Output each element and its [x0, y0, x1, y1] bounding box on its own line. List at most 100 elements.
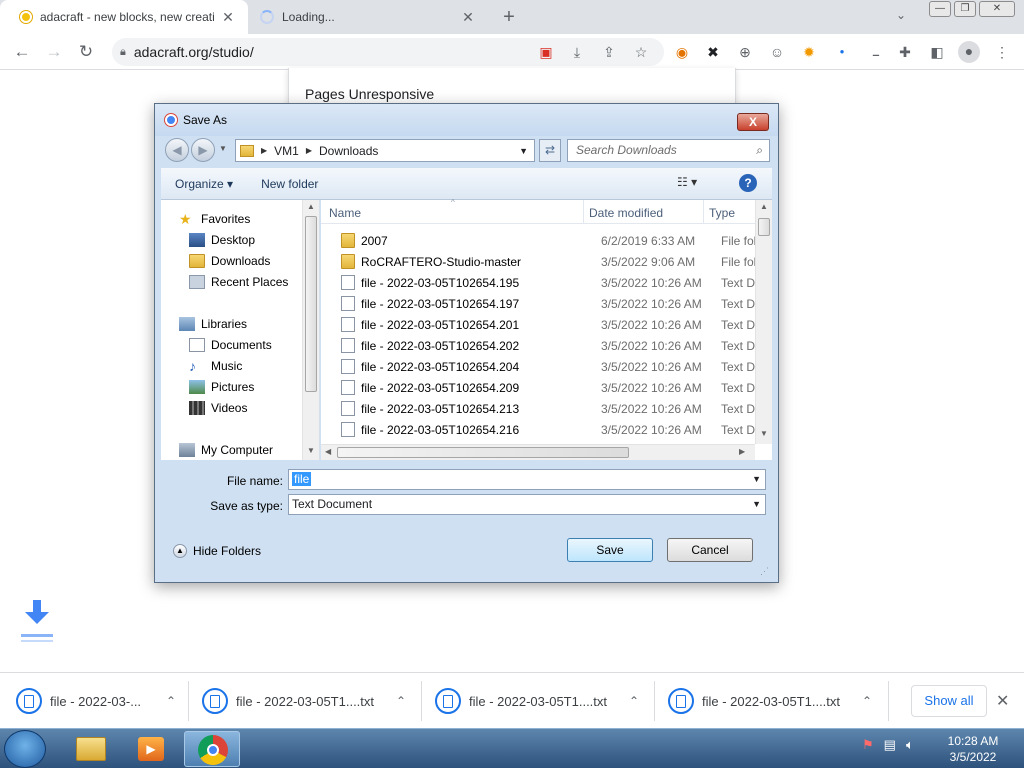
bookmark-star-icon[interactable]: ☆	[631, 42, 651, 62]
extension-small-icon[interactable]: ▁	[866, 42, 886, 62]
breadcrumb[interactable]: ▶ VM1 ▶ Downloads ▼	[235, 139, 535, 162]
nav-scrollbar[interactable]: ▲ ▼	[302, 200, 319, 460]
profile-avatar-icon[interactable]: ●	[958, 41, 980, 63]
chevron-up-icon[interactable]: ⌃	[862, 694, 872, 708]
file-row[interactable]: file - 2022-03-05T102654.213 3/5/2022 10:…	[321, 398, 755, 419]
file-vertical-scrollbar[interactable]: ▲ ▼	[755, 200, 772, 444]
scroll-left-icon[interactable]: ◀	[325, 447, 331, 456]
download-item[interactable]: file - 2022-03-... ⌃	[16, 685, 176, 717]
extension-tools-icon[interactable]: ✖	[703, 42, 723, 62]
file-row[interactable]: file - 2022-03-05T102654.195 3/5/2022 10:…	[321, 272, 755, 293]
close-window-button[interactable]: ✕	[979, 1, 1015, 17]
download-arrow-icon[interactable]	[20, 598, 54, 646]
side-panel-icon[interactable]: ◧	[927, 42, 947, 62]
scroll-up-icon[interactable]: ▲	[307, 202, 315, 211]
column-type[interactable]: Type	[709, 206, 735, 220]
extension-color-icon[interactable]: ◉	[672, 42, 692, 62]
tab-close-icon[interactable]: ✕	[458, 9, 478, 26]
new-tab-button[interactable]: +	[498, 6, 520, 28]
download-item[interactable]: file - 2022-03-05T1....txt ⌃	[202, 685, 406, 717]
dialog-titlebar[interactable]: Save As	[155, 104, 778, 136]
file-horizontal-scrollbar[interactable]: ◀ ▶	[321, 444, 755, 460]
resize-grip-icon[interactable]: ⋰	[760, 566, 769, 577]
tab-loading[interactable]: Loading... ✕	[252, 0, 488, 34]
file-name-dropdown-icon[interactable]: ▼	[752, 470, 761, 489]
network-error-icon[interactable]: ⚑	[862, 737, 874, 753]
dialog-close-button[interactable]: X	[737, 113, 769, 131]
file-row[interactable]: 2007 6/2/2019 6:33 AM File fol	[321, 230, 755, 251]
new-folder-button[interactable]: New folder	[247, 177, 332, 191]
download-bar-close-icon[interactable]: ✕	[996, 691, 1009, 711]
back-arrow-icon[interactable]: ←	[10, 40, 34, 64]
share-icon[interactable]: ⇪	[599, 42, 619, 62]
save-as-type-select[interactable]: Text Document ▼	[288, 494, 766, 515]
help-button[interactable]: ?	[739, 174, 757, 192]
nav-scroll-thumb[interactable]	[305, 216, 317, 392]
scroll-right-icon[interactable]: ▶	[739, 447, 745, 456]
change-view-icon[interactable]: ☷ ▾	[677, 175, 697, 189]
breadcrumb-dropdown-icon[interactable]: ▼	[519, 146, 528, 156]
organize-button[interactable]: Organize ▾	[161, 177, 247, 191]
extension-target-icon[interactable]: ⊕	[735, 42, 755, 62]
hide-folders-button[interactable]: ▲ Hide Folders	[173, 544, 261, 558]
taskbar-chrome[interactable]	[184, 731, 240, 767]
menu-kebab-icon[interactable]: ⋮	[992, 42, 1012, 62]
extensions-puzzle-icon[interactable]: ✚	[895, 42, 915, 62]
forward-arrow-icon[interactable]: →	[42, 40, 66, 64]
file-name-input[interactable]: file ▼	[288, 469, 766, 490]
download-icon[interactable]: ⤓	[567, 42, 587, 62]
scroll-up-icon[interactable]: ▲	[760, 202, 768, 211]
show-all-button[interactable]: Show all	[911, 685, 987, 717]
scroll-down-icon[interactable]: ▼	[307, 446, 315, 455]
forward-circle-icon[interactable]: ▶	[191, 138, 215, 162]
file-row[interactable]: file - 2022-03-05T102654.204 3/5/2022 10:…	[321, 356, 755, 377]
cancel-button[interactable]: Cancel	[667, 538, 753, 562]
chevron-up-icon[interactable]: ⌃	[396, 694, 406, 708]
file-vscroll-thumb[interactable]	[758, 218, 770, 236]
tab-search-chevron-icon[interactable]: ⌄	[896, 8, 906, 22]
taskbar-explorer[interactable]	[64, 731, 120, 767]
tab-adacraft[interactable]: adacraft - new blocks, new creati ✕	[0, 0, 248, 34]
search-input[interactable]: Search Downloads ⌕	[567, 139, 770, 162]
file-row[interactable]: file - 2022-03-05T102654.201 3/5/2022 10:…	[321, 314, 755, 335]
column-name[interactable]: Name	[329, 206, 361, 220]
download-item[interactable]: file - 2022-03-05T1....txt ⌃	[668, 685, 872, 717]
scroll-down-icon[interactable]: ▼	[760, 429, 768, 438]
refresh-icon[interactable]: ⇄	[539, 139, 561, 162]
nav-label: My Computer	[201, 443, 274, 457]
file-row[interactable]: file - 2022-03-05T102654.197 3/5/2022 10:…	[321, 293, 755, 314]
chevron-up-icon[interactable]: ⌃	[166, 694, 176, 708]
reload-icon[interactable]: ↻	[74, 40, 98, 64]
column-date-modified[interactable]: Date modified	[589, 206, 663, 220]
file-row[interactable]: file - 2022-03-05T102654.209 3/5/2022 10:…	[321, 377, 755, 398]
file-date: 3/5/2022 10:26 AM	[601, 276, 702, 290]
volume-icon[interactable]: 🔈︎	[906, 737, 914, 753]
minimize-button[interactable]: —	[929, 1, 951, 17]
nav-favorites[interactable]: ★ Favorites	[179, 209, 319, 229]
file-hscroll-thumb[interactable]	[337, 447, 629, 458]
network-icon[interactable]: ▤	[884, 737, 896, 753]
save-as-type-dropdown-icon[interactable]: ▼	[752, 495, 761, 514]
extension-face-icon[interactable]: ☺	[767, 42, 787, 62]
recent-locations-chevron-icon[interactable]: ▼	[219, 144, 227, 153]
clock[interactable]: 10:28 AM 3/5/2022	[930, 733, 1016, 765]
taskbar-media-player[interactable]: ▶	[124, 731, 180, 767]
breadcrumb-vm1[interactable]: VM1	[274, 144, 299, 158]
breadcrumb-downloads[interactable]: Downloads	[319, 144, 378, 158]
chevron-up-icon[interactable]: ⌃	[629, 694, 639, 708]
extension-dot-icon[interactable]: ●	[832, 42, 852, 62]
download-item[interactable]: file - 2022-03-05T1....txt ⌃	[435, 685, 639, 717]
nav-my-computer[interactable]: My Computer	[179, 440, 319, 460]
back-circle-icon[interactable]: ◀	[165, 138, 189, 162]
popup-blocked-icon[interactable]: ▣	[536, 42, 556, 62]
maximize-button[interactable]: ❐	[954, 1, 976, 17]
tab-close-icon[interactable]: ✕	[218, 9, 238, 26]
start-button-windows-icon[interactable]	[4, 730, 46, 768]
extension-sun-icon[interactable]: ✹	[799, 42, 819, 62]
file-row[interactable]: file - 2022-03-05T102654.202 3/5/2022 10:…	[321, 335, 755, 356]
file-row[interactable]: RoCRAFTERO-Studio-master 3/5/2022 9:06 AM…	[321, 251, 755, 272]
download-divider	[888, 681, 889, 721]
nav-libraries[interactable]: Libraries	[179, 314, 319, 334]
save-button[interactable]: Save	[567, 538, 653, 562]
file-row[interactable]: file - 2022-03-05T102654.216 3/5/2022 10:…	[321, 419, 755, 440]
